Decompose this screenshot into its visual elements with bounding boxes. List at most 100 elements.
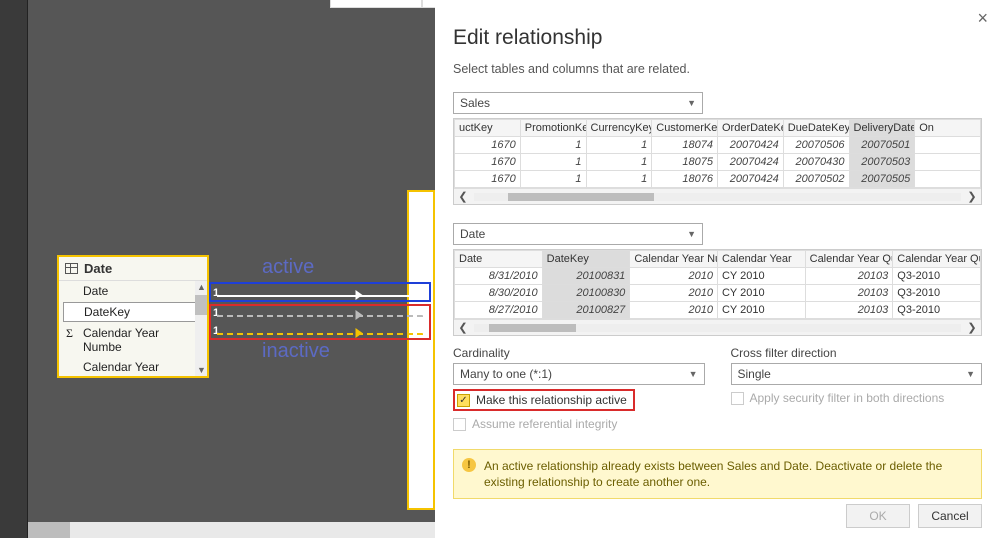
canvas-hscroll-track[interactable] [28,522,435,538]
field-row[interactable]: Calendar Year [59,357,207,376]
table-cell: 18076 [652,171,718,188]
field-list: Date DateKey ΣCalendar Year Numbe Calend… [59,281,207,376]
table-cell: 8/31/2010 [455,268,543,285]
ok-button[interactable]: OK [846,504,910,528]
table-cell: 20103 [805,285,893,302]
crossfilter-value: Single [738,367,771,381]
table-cell: 20070505 [849,171,915,188]
table-cell: 20070430 [783,154,849,171]
sigma-icon: Σ [66,326,76,341]
scroll-thumb[interactable] [489,324,577,332]
date-table-card[interactable]: Date Date DateKey ΣCalendar Year Numbe C… [57,255,209,378]
cardinality-select[interactable]: Many to one (*:1) ▼ [453,363,705,385]
cancel-button[interactable]: Cancel [918,504,982,528]
table-cell: 20070506 [783,137,849,154]
table-cell [915,171,981,188]
date-table-header[interactable]: Date [59,257,207,281]
make-active-checkbox[interactable]: ✓ [457,394,470,407]
scroll-left-icon[interactable]: ❮ [454,321,472,334]
column-header[interactable]: Date [455,251,543,268]
top-table-stubs [330,0,435,8]
table-cell: 2010 [630,285,718,302]
column-header[interactable]: OrderDateKey [718,120,784,137]
table-cell: 1670 [455,171,521,188]
column-header[interactable]: DeliveryDateKey [849,120,915,137]
make-active-highlight: ✓ Make this relationship active [453,389,635,411]
left-gutter [0,0,28,538]
table-cell: 1 [520,137,586,154]
table-cell: CY 2010 [717,268,805,285]
column-header[interactable]: Calendar Year Number [630,251,718,268]
annotation-box-inactive [209,304,431,340]
column-header[interactable]: DueDateKey [783,120,849,137]
warning-icon: ! [462,458,476,472]
field-scrollbar[interactable]: ▲ ▼ [195,281,207,376]
table1-hscroll[interactable]: ❮ ❯ [454,188,981,204]
field-row[interactable]: Date [59,281,207,301]
table1-select[interactable]: Sales ▼ [453,92,703,114]
column-header[interactable]: CustomerKey [652,120,718,137]
close-icon[interactable]: × [977,8,988,29]
field-row-selected[interactable]: DateKey [63,302,203,322]
field-row[interactable]: ΣCalendar Year Numbe [59,323,207,357]
crossfilter-select[interactable]: Single ▼ [731,363,983,385]
canvas-hscroll-thumb[interactable] [28,522,70,538]
table-cell: 20100827 [542,302,630,319]
scroll-up-icon[interactable]: ▲ [197,282,206,292]
background-table-outline [407,190,435,510]
column-header[interactable]: Calendar Year Quarter Number [805,251,893,268]
column-header[interactable]: CurrencyKey [586,120,652,137]
column-header[interactable]: DateKey [542,251,630,268]
table-cell: 20100831 [542,268,630,285]
table-cell: CY 2010 [717,302,805,319]
table1-select-value: Sales [460,96,490,110]
edit-relationship-dialog: × Edit relationship Select tables and co… [435,0,998,538]
scroll-left-icon[interactable]: ❮ [454,190,472,203]
table-cell: 20070424 [718,137,784,154]
table-cell: 20103 [805,302,893,319]
table-cell: CY 2010 [717,285,805,302]
column-header[interactable]: uctKey [455,120,521,137]
scroll-down-icon[interactable]: ▼ [197,365,206,375]
table-cell: 8/30/2010 [455,285,543,302]
warning-banner: ! An active relationship already exists … [453,449,982,499]
table1-grid: uctKeyPromotionKeyCurrencyKeyCustomerKey… [453,118,982,205]
table-cell: 20070424 [718,154,784,171]
table-cell: 20070503 [849,154,915,171]
table-cell: 20103 [805,268,893,285]
dialog-title: Edit relationship [453,26,982,50]
table-cell: 1670 [455,154,521,171]
column-header[interactable]: On [915,120,981,137]
column-header[interactable]: Calendar Year Quar [893,251,981,268]
date-table-title: Date [84,261,112,276]
table-cell: Q3-2010 [893,302,981,319]
table-cell: 1 [586,137,652,154]
scroll-right-icon[interactable]: ❯ [963,321,981,334]
chevron-down-icon: ▼ [966,369,975,379]
table-cell [915,154,981,171]
scroll-right-icon[interactable]: ❯ [963,190,981,203]
table-cell: 8/27/2010 [455,302,543,319]
cardinality-value: Many to one (*:1) [460,367,552,381]
assume-ref-checkbox [453,418,466,431]
table2-hscroll[interactable]: ❮ ❯ [454,319,981,335]
chevron-down-icon: ▼ [689,369,698,379]
assume-ref-label: Assume referential integrity [472,417,617,431]
table-cell: Q3-2010 [893,285,981,302]
scroll-thumb[interactable] [508,193,654,201]
table-cell: 20100830 [542,285,630,302]
table2-select[interactable]: Date ▼ [453,223,703,245]
table-icon [65,263,78,274]
model-canvas: Date Date DateKey ΣCalendar Year Numbe C… [0,0,435,538]
make-active-label: Make this relationship active [476,393,627,407]
column-header[interactable]: PromotionKey [520,120,586,137]
scroll-thumb[interactable] [195,295,207,315]
table-cell: 20070501 [849,137,915,154]
annotation-label-active: active [262,256,314,279]
column-header[interactable]: Calendar Year [717,251,805,268]
table-cell: 20070502 [783,171,849,188]
table-cell: 18075 [652,154,718,171]
table-cell: 1 [520,154,586,171]
warning-text: An active relationship already exists be… [484,459,942,489]
table-cell: 1670 [455,137,521,154]
